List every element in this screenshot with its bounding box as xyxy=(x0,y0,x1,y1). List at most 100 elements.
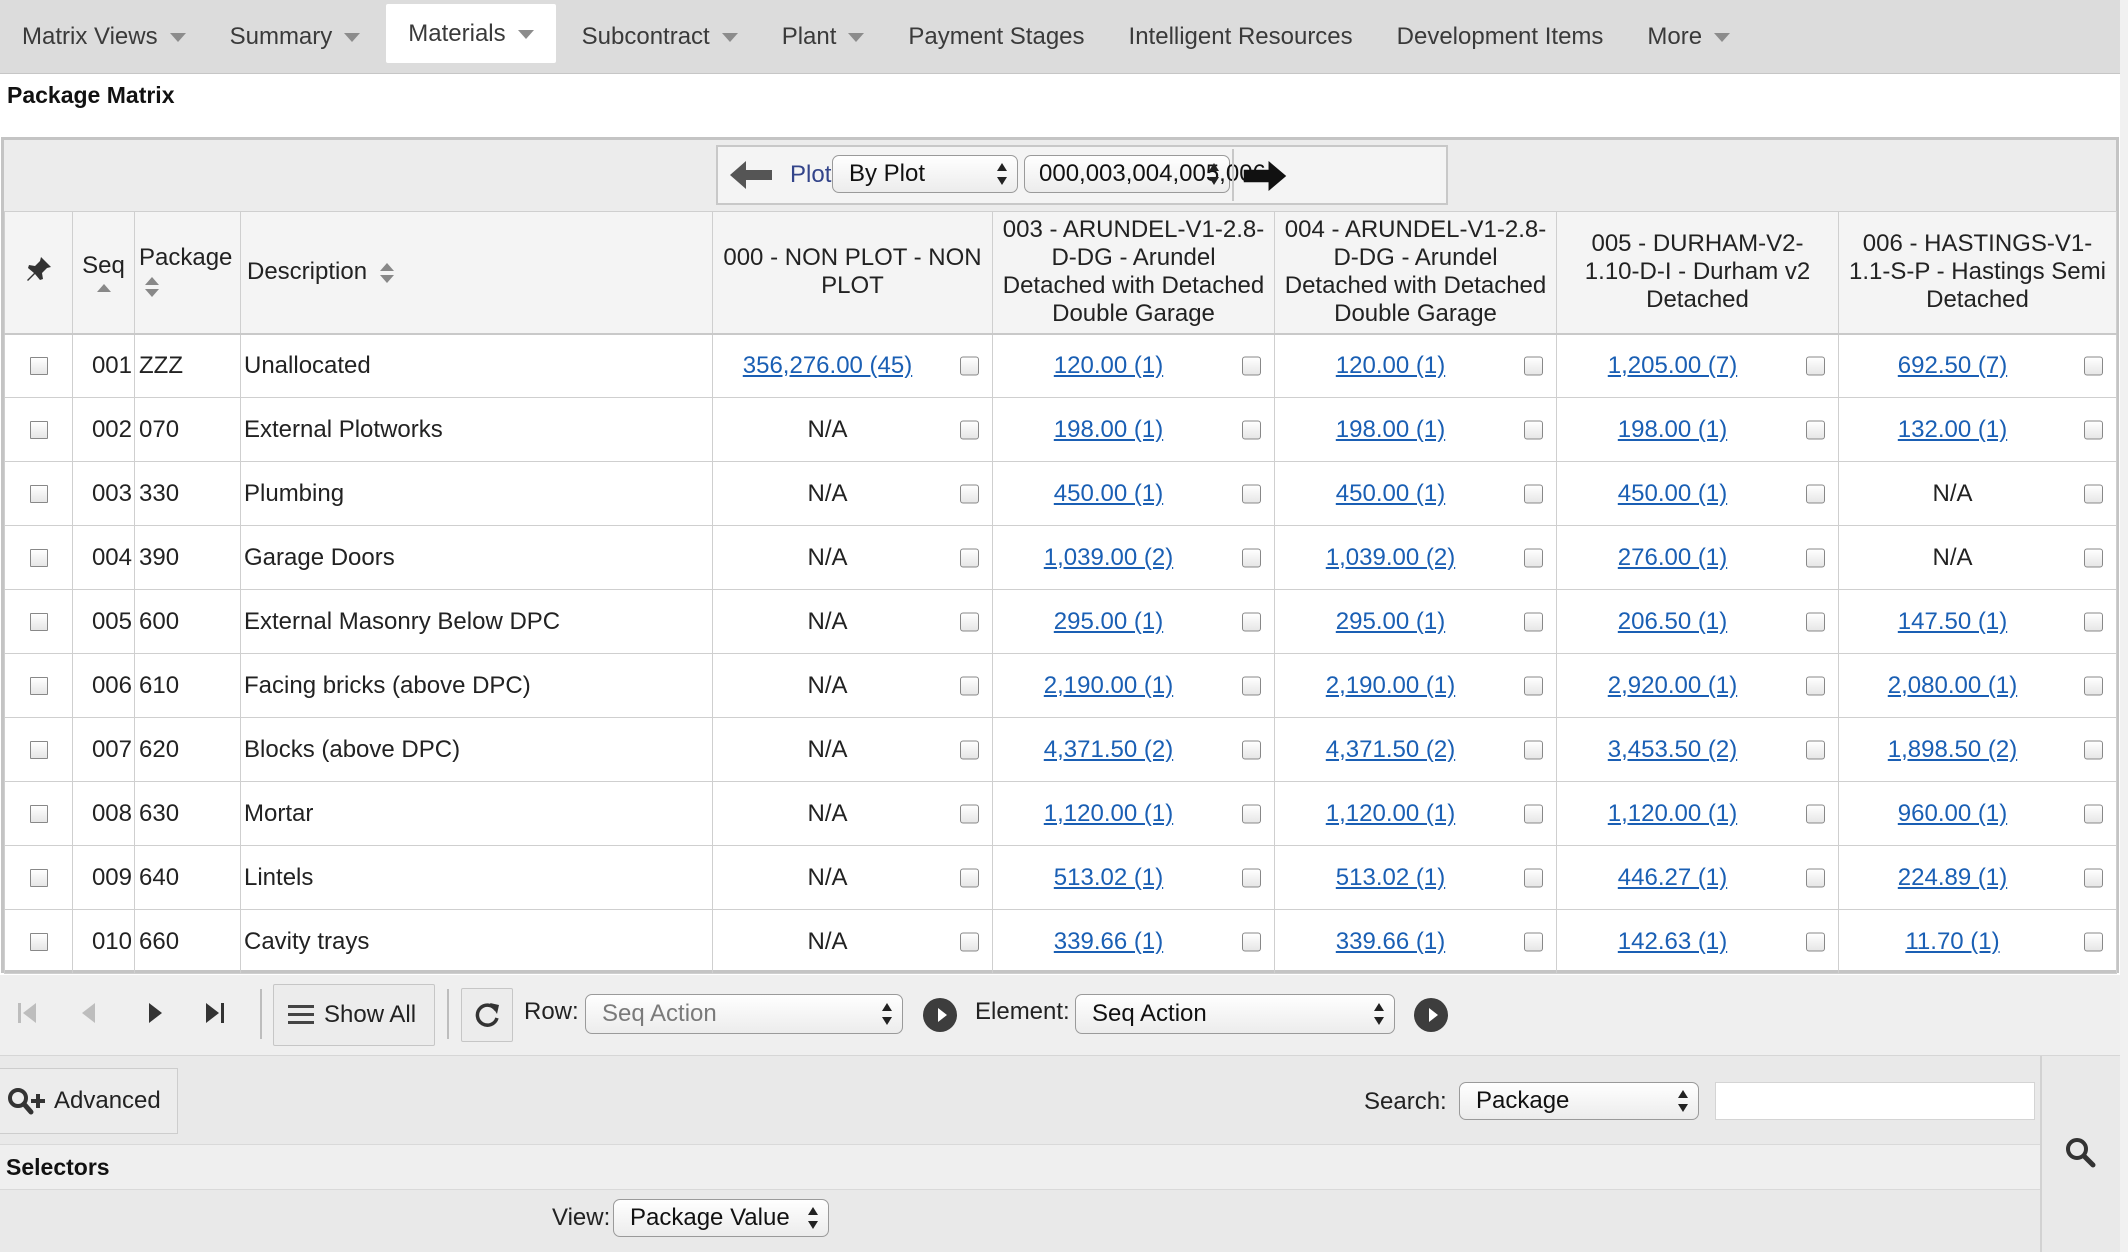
cell-checkbox[interactable] xyxy=(960,932,979,951)
nav-tab-more[interactable]: More xyxy=(1625,0,1752,73)
cell-checkbox[interactable] xyxy=(1524,420,1543,439)
next-page-icon[interactable] xyxy=(140,997,170,1029)
cell-checkbox[interactable] xyxy=(1806,420,1825,439)
row-checkbox[interactable] xyxy=(29,741,48,760)
plot-header-000[interactable]: 000 - NON PLOT - NON PLOT xyxy=(712,211,993,335)
value-link[interactable]: 513.02 (1) xyxy=(1275,864,1506,892)
cell-checkbox[interactable] xyxy=(2084,420,2103,439)
cell-checkbox[interactable] xyxy=(960,804,979,823)
value-link[interactable]: 446.27 (1) xyxy=(1557,864,1788,892)
pin-column-header[interactable] xyxy=(4,211,73,335)
value-link[interactable]: 4,371.50 (2) xyxy=(993,736,1224,764)
cell-checkbox[interactable] xyxy=(1242,676,1261,695)
row-checkbox[interactable] xyxy=(29,933,48,952)
element-action-select[interactable]: Seq Action xyxy=(1075,994,1395,1034)
value-link[interactable]: 3,453.50 (2) xyxy=(1557,736,1788,764)
value-link[interactable]: 450.00 (1) xyxy=(993,480,1224,508)
value-link[interactable]: 198.00 (1) xyxy=(1275,416,1506,444)
plot-range-select[interactable]: 000,003,004,005,006 xyxy=(1024,155,1266,193)
cell-checkbox[interactable] xyxy=(1242,868,1261,887)
plot-header-004[interactable]: 004 - ARUNDEL-V1-2.8-D-DG - Arundel Deta… xyxy=(1274,211,1557,335)
value-link[interactable]: 692.50 (7) xyxy=(1839,352,2066,380)
refresh-button[interactable] xyxy=(461,988,513,1042)
value-link[interactable]: 1,898.50 (2) xyxy=(1839,736,2066,764)
cell-checkbox[interactable] xyxy=(1806,740,1825,759)
cell-checkbox[interactable] xyxy=(2084,804,2103,823)
value-link[interactable]: 2,190.00 (1) xyxy=(993,672,1224,700)
plot-header-006[interactable]: 006 - HASTINGS-V1-1.1-S-P - Hastings Sem… xyxy=(1838,211,2117,335)
cell-checkbox[interactable] xyxy=(1524,356,1543,376)
search-input[interactable] xyxy=(1715,1082,2035,1120)
value-link[interactable]: 132.00 (1) xyxy=(1839,416,2066,444)
value-link[interactable]: 1,039.00 (2) xyxy=(993,544,1224,572)
value-link[interactable]: 198.00 (1) xyxy=(993,416,1224,444)
cell-checkbox[interactable] xyxy=(960,868,979,887)
cell-checkbox[interactable] xyxy=(2084,676,2103,695)
value-link[interactable]: 224.89 (1) xyxy=(1839,864,2066,892)
value-link[interactable]: 4,371.50 (2) xyxy=(1275,736,1506,764)
row-checkbox[interactable] xyxy=(29,485,48,504)
seq-header[interactable]: Seq xyxy=(72,211,135,335)
cell-checkbox[interactable] xyxy=(1524,932,1543,951)
next-plots-button[interactable] xyxy=(1232,149,1298,201)
cell-checkbox[interactable] xyxy=(960,612,979,631)
row-checkbox[interactable] xyxy=(29,421,48,440)
value-link[interactable]: 2,190.00 (1) xyxy=(1275,672,1506,700)
nav-tab-intelligent-resources[interactable]: Intelligent Resources xyxy=(1107,0,1375,73)
cell-checkbox[interactable] xyxy=(1242,804,1261,823)
cell-checkbox[interactable] xyxy=(2084,612,2103,631)
cell-checkbox[interactable] xyxy=(1806,804,1825,823)
row-checkbox[interactable] xyxy=(29,805,48,824)
element-go-icon[interactable] xyxy=(1414,998,1448,1032)
value-link[interactable]: 206.50 (1) xyxy=(1557,608,1788,636)
value-link[interactable]: 356,276.00 (45) xyxy=(713,352,942,380)
cell-checkbox[interactable] xyxy=(960,740,979,759)
cell-checkbox[interactable] xyxy=(2084,740,2103,759)
cell-checkbox[interactable] xyxy=(2084,484,2103,503)
cell-checkbox[interactable] xyxy=(960,420,979,439)
cell-checkbox[interactable] xyxy=(2084,868,2103,887)
row-action-select[interactable]: Seq Action xyxy=(585,994,903,1034)
cell-checkbox[interactable] xyxy=(1524,804,1543,823)
plot-header-005[interactable]: 005 - DURHAM-V2-1.10-D-I - Durham v2 Det… xyxy=(1556,211,1839,335)
cell-checkbox[interactable] xyxy=(1806,932,1825,951)
cell-checkbox[interactable] xyxy=(1242,420,1261,439)
cell-checkbox[interactable] xyxy=(1806,356,1825,376)
nav-tab-matrix-views[interactable]: Matrix Views xyxy=(0,0,208,73)
value-link[interactable]: 1,120.00 (1) xyxy=(993,800,1224,828)
cell-checkbox[interactable] xyxy=(1806,612,1825,631)
value-link[interactable]: 1,039.00 (2) xyxy=(1275,544,1506,572)
last-page-icon[interactable] xyxy=(200,997,230,1029)
prev-page-icon[interactable] xyxy=(74,997,104,1029)
advanced-search-button[interactable]: Advanced xyxy=(0,1068,178,1134)
nav-tab-payment-stages[interactable]: Payment Stages xyxy=(886,0,1106,73)
cell-checkbox[interactable] xyxy=(1524,612,1543,631)
row-checkbox[interactable] xyxy=(29,549,48,568)
description-header[interactable]: Description xyxy=(240,211,713,335)
cell-checkbox[interactable] xyxy=(1524,548,1543,567)
show-all-button[interactable]: Show All xyxy=(273,984,435,1046)
plot-mode-select[interactable]: By Plot xyxy=(832,155,1018,193)
cell-checkbox[interactable] xyxy=(960,676,979,695)
cell-checkbox[interactable] xyxy=(2084,548,2103,567)
cell-checkbox[interactable] xyxy=(1524,484,1543,503)
search-icon[interactable] xyxy=(2064,1136,2098,1170)
cell-checkbox[interactable] xyxy=(1242,740,1261,759)
cell-checkbox[interactable] xyxy=(1524,740,1543,759)
scrollbar[interactable] xyxy=(2120,0,2128,1252)
value-link[interactable]: 142.63 (1) xyxy=(1557,928,1788,956)
nav-tab-plant[interactable]: Plant xyxy=(760,0,887,73)
cell-checkbox[interactable] xyxy=(1524,676,1543,695)
value-link[interactable]: 2,080.00 (1) xyxy=(1839,672,2066,700)
cell-checkbox[interactable] xyxy=(1806,868,1825,887)
value-link[interactable]: 147.50 (1) xyxy=(1839,608,2066,636)
nav-tab-summary[interactable]: Summary xyxy=(208,0,383,73)
arrow-left-icon[interactable] xyxy=(728,157,774,193)
value-link[interactable]: 1,120.00 (1) xyxy=(1557,800,1788,828)
value-link[interactable]: 198.00 (1) xyxy=(1557,416,1788,444)
cell-checkbox[interactable] xyxy=(1242,932,1261,951)
value-link[interactable]: 276.00 (1) xyxy=(1557,544,1788,572)
value-link[interactable]: 120.00 (1) xyxy=(1275,352,1506,380)
cell-checkbox[interactable] xyxy=(1242,548,1261,567)
cell-checkbox[interactable] xyxy=(2084,932,2103,951)
